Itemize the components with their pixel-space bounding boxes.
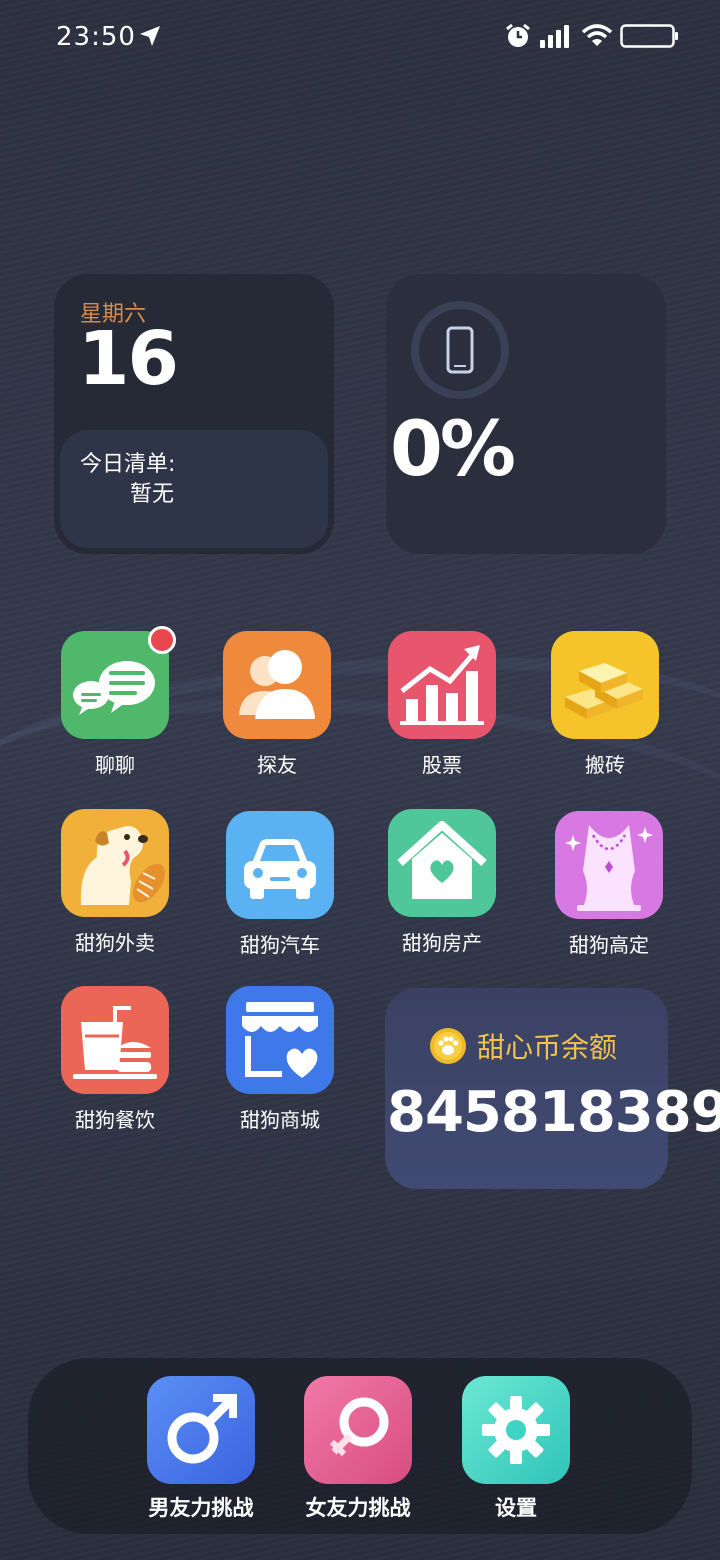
battery-icon (620, 24, 678, 48)
app-label: 男友力挑战 (148, 1496, 254, 1520)
wifi-icon (582, 24, 612, 46)
app-stock[interactable]: 股票 (372, 631, 512, 778)
female-symbol-icon (304, 1376, 412, 1484)
app-dog-dining[interactable]: 甜狗餐饮 (45, 986, 185, 1133)
male-symbol-icon (147, 1376, 255, 1484)
app-dog-delivery[interactable]: 甜狗外卖 (45, 809, 185, 956)
signal-icon (540, 25, 569, 48)
status-icons (504, 22, 680, 50)
coin-amount: 845818389 (387, 1080, 720, 1145)
dock-app-settings[interactable]: 设置 (441, 1376, 591, 1522)
app-dog-mall[interactable]: 甜狗商城 (210, 986, 350, 1133)
gold-bars-icon (551, 631, 659, 739)
app-label: 甜狗房产 (402, 931, 482, 955)
paw-coin-icon (430, 1028, 466, 1064)
todo-list[interactable]: 今日清单: 暂无 (60, 430, 328, 548)
app-label: 甜狗汽车 (240, 933, 320, 957)
app-gold[interactable]: 搬砖 (535, 631, 675, 778)
gear-icon (462, 1376, 570, 1484)
dog-delivery-icon (61, 809, 169, 917)
app-label: 聊聊 (95, 753, 135, 777)
shop-icon (226, 986, 334, 1094)
coin-balance-widget[interactable]: 甜心币余额 845818389 (385, 988, 720, 1189)
status-bar: 23:50 (0, 0, 720, 76)
friends-icon (223, 631, 331, 739)
status-time: 23:50 (56, 22, 136, 52)
dock: 男友力挑战 女友力挑战 设置 (28, 1358, 692, 1534)
app-label: 股票 (422, 753, 462, 777)
app-label: 女友力挑战 (305, 1496, 411, 1520)
notification-badge (148, 626, 176, 654)
dock-app-girlfriend-challenge[interactable]: 女友力挑战 (283, 1376, 433, 1522)
date-widget[interactable]: 星期六 16 今日清单: 暂无 (54, 274, 334, 554)
coin-title: 甜心币余额 (429, 1026, 617, 1066)
app-label: 甜狗商城 (240, 1108, 320, 1132)
app-label: 甜狗餐饮 (75, 1108, 155, 1132)
necklace-icon (555, 811, 663, 919)
dock-app-boyfriend-challenge[interactable]: 男友力挑战 (126, 1376, 276, 1522)
battery-widget[interactable]: 0% (386, 274, 666, 554)
app-friends[interactable]: 探友 (207, 631, 347, 778)
app-label: 设置 (495, 1496, 537, 1520)
app-dog-car[interactable]: 甜狗汽车 (210, 811, 350, 958)
stock-chart-icon (388, 631, 496, 739)
location-arrow-icon (140, 26, 160, 46)
todo-empty-text: 暂无 (130, 482, 175, 507)
food-icon (61, 986, 169, 1094)
todo-title: 今日清单: (80, 452, 176, 477)
alarm-icon (506, 23, 530, 47)
day-number: 16 (78, 316, 179, 402)
car-icon (226, 811, 334, 919)
app-dog-house[interactable]: 甜狗房产 (372, 809, 512, 956)
app-label: 甜狗外卖 (75, 931, 155, 955)
app-dog-couture[interactable]: 甜狗高定 (539, 811, 679, 958)
house-icon (388, 809, 496, 917)
battery-percent: 0% (390, 404, 516, 493)
coin-title-text: 甜心币余额 (477, 1031, 618, 1064)
app-label: 甜狗高定 (569, 933, 649, 957)
app-label: 探友 (257, 753, 297, 777)
phone-icon (411, 301, 509, 399)
app-label: 搬砖 (585, 753, 625, 777)
